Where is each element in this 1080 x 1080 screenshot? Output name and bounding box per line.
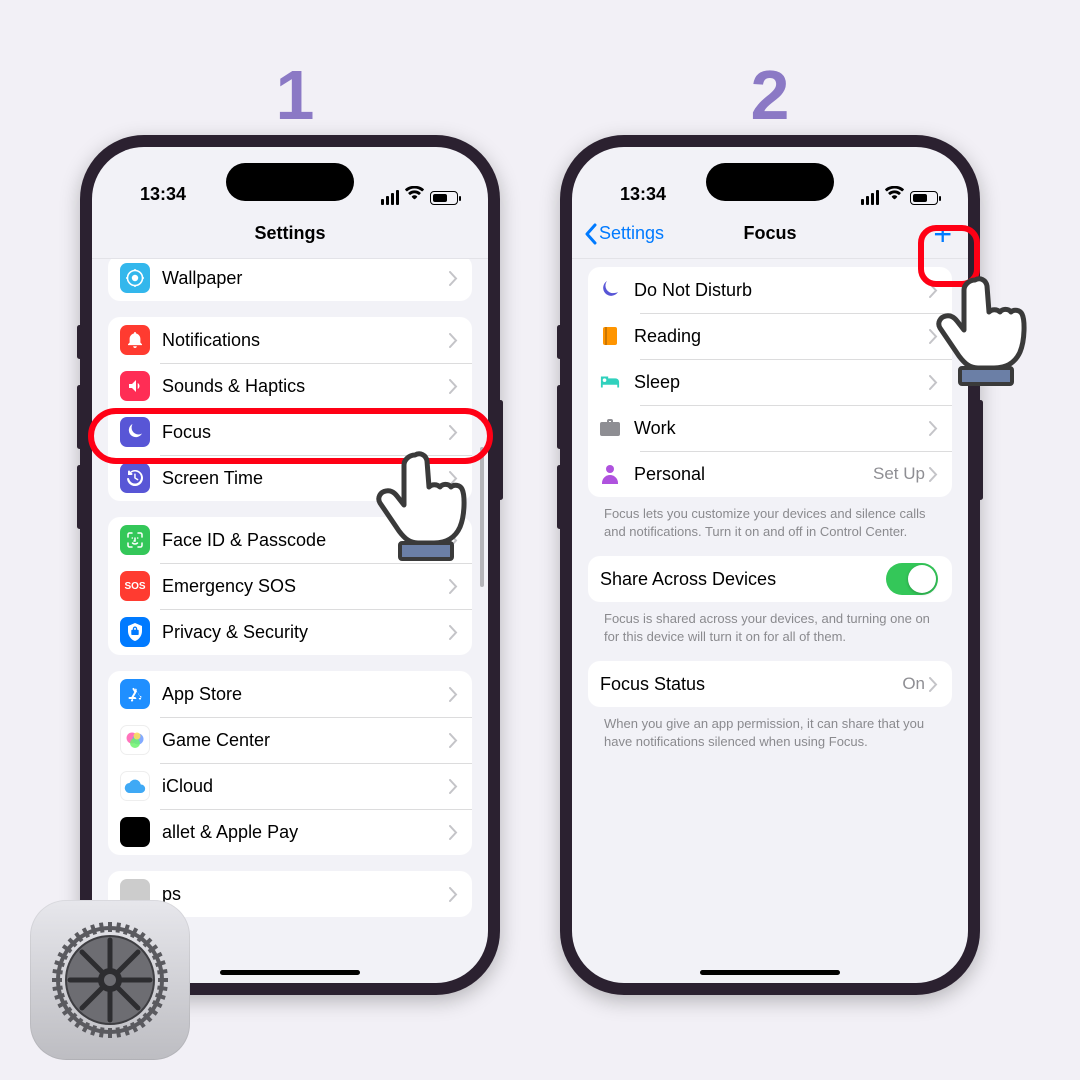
- row-label: Focus Status: [600, 674, 902, 695]
- row-sleep[interactable]: Sleep: [588, 359, 952, 405]
- footer-note: Focus lets you customize your devices an…: [588, 497, 952, 540]
- cellular-icon: [861, 190, 879, 205]
- row-label: Emergency SOS: [162, 576, 449, 597]
- back-label: Settings: [599, 223, 664, 244]
- row-privacy[interactable]: Privacy & Security: [108, 609, 472, 655]
- footer-note: When you give an app permission, it can …: [588, 707, 952, 750]
- settings-app-icon: [30, 900, 190, 1060]
- row-label: Notifications: [162, 330, 449, 351]
- page-title: Settings: [254, 223, 325, 244]
- step-number-2: 2: [740, 55, 800, 135]
- briefcase-icon: [600, 418, 620, 438]
- cellular-icon: [381, 190, 399, 205]
- row-wallpaper[interactable]: Wallpaper: [108, 259, 472, 301]
- row-icloud[interactable]: iCloud: [108, 763, 472, 809]
- wifi-icon: [885, 184, 904, 205]
- row-label: Personal: [634, 464, 873, 485]
- row-label: Share Across Devices: [600, 569, 886, 590]
- battery-icon: [430, 191, 458, 205]
- row-label: Game Center: [162, 730, 449, 751]
- row-sounds[interactable]: Sounds & Haptics: [108, 363, 472, 409]
- row-label: Do Not Disturb: [634, 280, 929, 301]
- row-label: Privacy & Security: [162, 622, 449, 643]
- phone-mockup-2: 13:34 Settings Focus + Do Not Disturb: [560, 135, 980, 995]
- book-icon: [600, 326, 620, 346]
- row-label: ps: [162, 884, 449, 905]
- home-indicator[interactable]: [700, 970, 840, 975]
- page-title: Focus: [743, 223, 796, 244]
- settings-list[interactable]: Wallpaper Notifications Sounds & Haptics: [92, 259, 488, 983]
- row-label: Work: [634, 418, 929, 439]
- wifi-icon: [405, 184, 424, 205]
- row-dnd[interactable]: Do Not Disturb: [588, 267, 952, 313]
- row-focus-status[interactable]: Focus Status On: [588, 661, 952, 707]
- tap-hand-icon: [930, 270, 1045, 395]
- battery-icon: [910, 191, 938, 205]
- row-label: App Store: [162, 684, 449, 705]
- add-button[interactable]: +: [933, 218, 952, 250]
- home-indicator[interactable]: [220, 970, 360, 975]
- row-reading[interactable]: Reading: [588, 313, 952, 359]
- dynamic-island: [226, 163, 354, 201]
- row-label: Sounds & Haptics: [162, 376, 449, 397]
- person-icon: [600, 464, 620, 484]
- row-notifications[interactable]: Notifications: [108, 317, 472, 363]
- back-button[interactable]: Settings: [584, 223, 664, 245]
- step-number-1: 1: [265, 55, 325, 135]
- row-label: Focus: [162, 422, 449, 443]
- focus-list[interactable]: Do Not Disturb Reading Sleep Work: [572, 259, 968, 983]
- status-time: 13:34: [140, 184, 186, 205]
- tap-hand-icon: [370, 445, 485, 570]
- moon-icon: [600, 280, 620, 300]
- row-wallet[interactable]: allet & Apple Pay: [108, 809, 472, 855]
- row-label: Sleep: [634, 372, 929, 393]
- row-value: On: [902, 674, 925, 694]
- row-label: iCloud: [162, 776, 449, 797]
- row-app-store[interactable]: App Store: [108, 671, 472, 717]
- footer-note: Focus is shared across your devices, and…: [588, 602, 952, 645]
- bed-icon: [600, 372, 620, 392]
- navbar: Settings Focus +: [572, 209, 968, 259]
- row-label: Wallpaper: [162, 268, 449, 289]
- status-time: 13:34: [620, 184, 666, 205]
- toggle-on[interactable]: [886, 563, 938, 595]
- navbar: Settings: [92, 209, 488, 259]
- row-label: allet & Apple Pay: [162, 822, 449, 843]
- row-work[interactable]: Work: [588, 405, 952, 451]
- row-label: Reading: [634, 326, 929, 347]
- row-value: Set Up: [873, 464, 925, 484]
- dynamic-island: [706, 163, 834, 201]
- row-personal[interactable]: Personal Set Up: [588, 451, 952, 497]
- row-game-center[interactable]: Game Center: [108, 717, 472, 763]
- row-share-devices[interactable]: Share Across Devices: [588, 556, 952, 602]
